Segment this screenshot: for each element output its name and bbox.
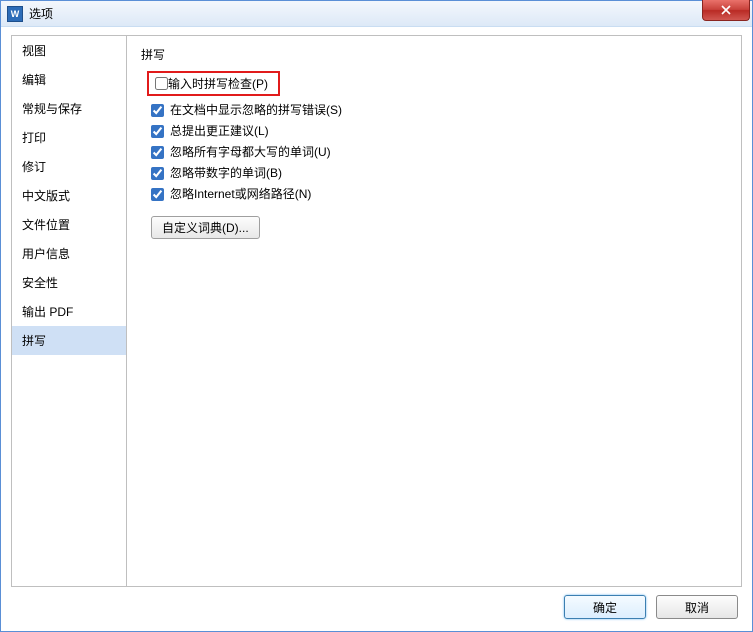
sidebar-item-label: 常规与保存 xyxy=(22,102,82,116)
sidebar-item-label: 打印 xyxy=(22,131,46,145)
sidebar-item-label: 输出 PDF xyxy=(22,305,73,319)
dialog-body: 视图 编辑 常规与保存 打印 修订 中文版式 文件位置 用户信息 安全性 输出 … xyxy=(1,27,752,591)
sidebar-item-general-save[interactable]: 常规与保存 xyxy=(12,94,126,123)
sidebar-item-label: 修订 xyxy=(22,160,46,174)
main-panel: 拼写 输入时拼写检查(P) 在文档中显示忽略的拼写错误(S) 总提出更正建议(L… xyxy=(127,35,742,587)
sidebar-item-print[interactable]: 打印 xyxy=(12,123,126,152)
option-label: 在文档中显示忽略的拼写错误(S) xyxy=(170,101,342,119)
option-row: 忽略带数字的单词(B) xyxy=(151,164,727,182)
checkbox-ignore-internet-paths[interactable] xyxy=(151,188,164,201)
sidebar-item-view[interactable]: 视图 xyxy=(12,36,126,65)
checkbox-show-ignored-errors[interactable] xyxy=(151,104,164,117)
option-row: 在文档中显示忽略的拼写错误(S) xyxy=(151,101,727,119)
sidebar-item-user-info[interactable]: 用户信息 xyxy=(12,239,126,268)
ok-button[interactable]: 确定 xyxy=(564,595,646,619)
sidebar-item-label: 编辑 xyxy=(22,73,46,87)
highlight-box: 输入时拼写检查(P) xyxy=(147,71,280,96)
option-row: 忽略所有字母都大写的单词(U) xyxy=(151,143,727,161)
option-row: 总提出更正建议(L) xyxy=(151,122,727,140)
option-row: 忽略Internet或网络路径(N) xyxy=(151,185,727,203)
option-label: 忽略所有字母都大写的单词(U) xyxy=(170,143,331,161)
sidebar-item-chinese-layout[interactable]: 中文版式 xyxy=(12,181,126,210)
sidebar-item-file-location[interactable]: 文件位置 xyxy=(12,210,126,239)
option-label: 总提出更正建议(L) xyxy=(170,122,269,140)
close-icon xyxy=(721,5,731,15)
sidebar-item-security[interactable]: 安全性 xyxy=(12,268,126,297)
sidebar-item-output-pdf[interactable]: 输出 PDF xyxy=(12,297,126,326)
checkbox-always-suggest[interactable] xyxy=(151,125,164,138)
sidebar-item-spelling[interactable]: 拼写 xyxy=(12,326,126,355)
sidebar-item-edit[interactable]: 编辑 xyxy=(12,65,126,94)
option-label: 忽略带数字的单词(B) xyxy=(170,164,282,182)
option-label: 输入时拼写检查(P) xyxy=(168,75,268,92)
sidebar-item-label: 安全性 xyxy=(22,276,58,290)
title-bar: W 选项 xyxy=(1,1,752,27)
options-dialog: W 选项 视图 编辑 常规与保存 打印 修订 中文版式 文件位置 用户信息 安全… xyxy=(0,0,753,632)
option-label: 忽略Internet或网络路径(N) xyxy=(170,185,311,203)
app-icon: W xyxy=(7,6,23,22)
checkbox-ignore-words-with-numbers[interactable] xyxy=(151,167,164,180)
checkbox-spellcheck-while-typing[interactable] xyxy=(155,77,168,90)
close-button[interactable] xyxy=(702,0,750,21)
category-sidebar: 视图 编辑 常规与保存 打印 修订 中文版式 文件位置 用户信息 安全性 输出 … xyxy=(11,35,127,587)
sidebar-item-revision[interactable]: 修订 xyxy=(12,152,126,181)
sidebar-item-label: 文件位置 xyxy=(22,218,70,232)
checkbox-ignore-uppercase[interactable] xyxy=(151,146,164,159)
section-title: 拼写 xyxy=(141,46,727,63)
custom-dictionary-button[interactable]: 自定义词典(D)... xyxy=(151,216,260,239)
cancel-button[interactable]: 取消 xyxy=(656,595,738,619)
sidebar-item-label: 视图 xyxy=(22,44,46,58)
sidebar-item-label: 用户信息 xyxy=(22,247,70,261)
dialog-footer: 确定 取消 xyxy=(1,591,752,631)
sidebar-item-label: 拼写 xyxy=(22,334,46,348)
window-title: 选项 xyxy=(29,5,53,22)
sidebar-item-label: 中文版式 xyxy=(22,189,70,203)
